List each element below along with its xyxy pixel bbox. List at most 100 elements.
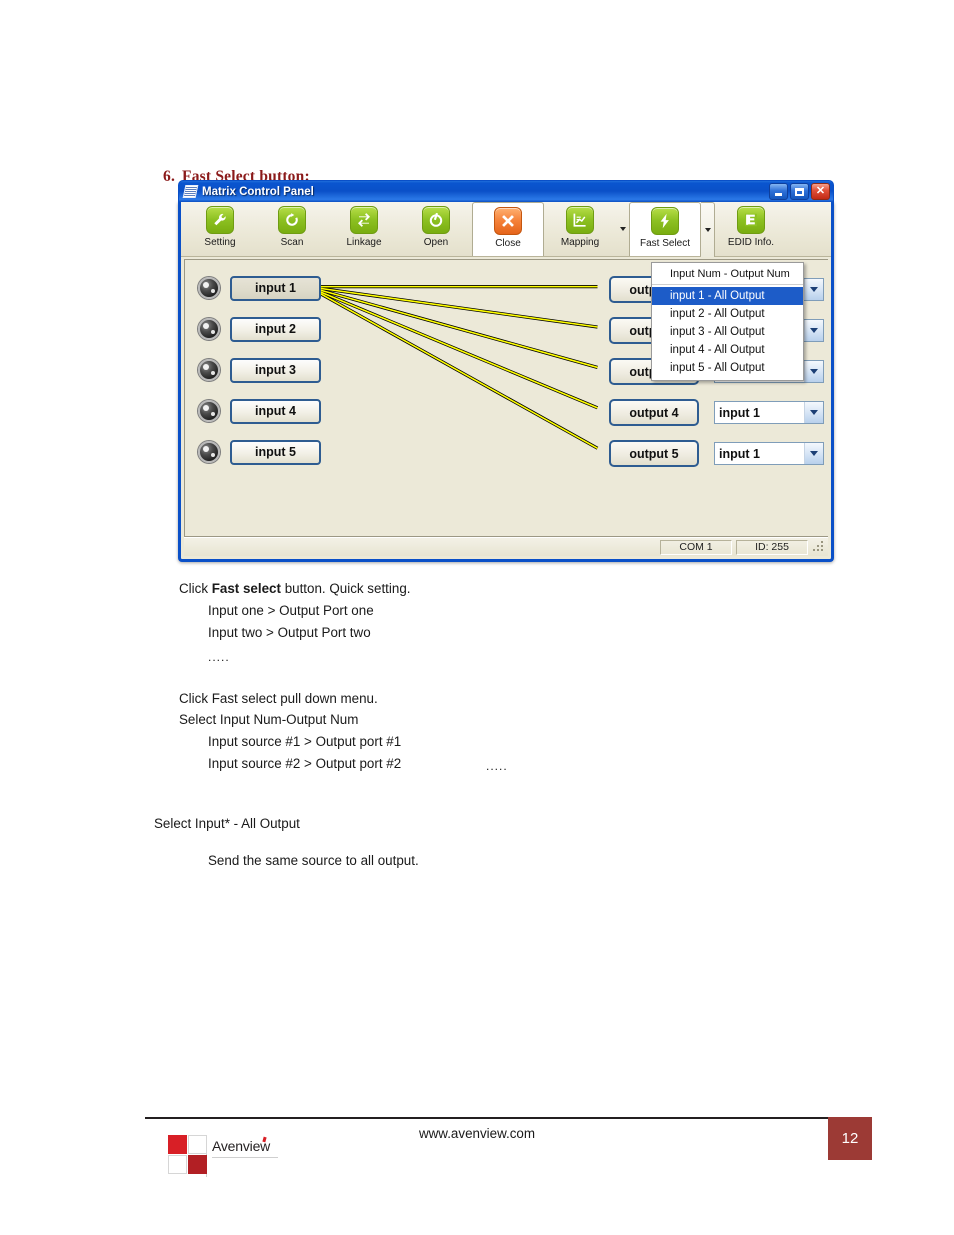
matrix-control-panel-window: Matrix Control Panel ✕ Setting Scan Link… [178, 180, 834, 562]
input-row: input 3 [198, 357, 321, 383]
instruction-line-6: Select Input Num-Output Num [179, 712, 359, 727]
footer-url: www.avenview.com [418, 1126, 536, 1141]
logo-square-bottom-right [188, 1155, 207, 1174]
toolbar-label-open: Open [423, 237, 449, 248]
chevron-down-icon[interactable] [804, 361, 823, 382]
wrench-icon [206, 206, 234, 234]
chevron-down-icon [704, 228, 711, 232]
link-arrows-icon [350, 206, 378, 234]
status-device-id: ID: 255 [736, 539, 808, 555]
instruction-line-5: Click Fast select pull down menu. [179, 691, 378, 706]
toolbar-label-scan: Scan [280, 237, 304, 248]
input-row: input 4 [198, 398, 321, 424]
dropdown-item-4[interactable]: input 4 - All Output [652, 341, 803, 359]
input-led-icon [198, 400, 220, 422]
input-row: input 5 [198, 439, 321, 465]
input-row: input 2 [198, 316, 321, 342]
close-window-button[interactable]: ✕ [811, 183, 830, 200]
toolbar-button-scan[interactable]: Scan [256, 202, 328, 255]
line1-c: button. Quick setting. [280, 581, 411, 596]
toolbar-button-open[interactable]: Open [400, 202, 472, 255]
mapping-dropdown-arrow[interactable] [616, 202, 629, 255]
toolbar-label-edid-info: EDID Info. [727, 237, 775, 248]
dropdown-item-2[interactable]: input 2 - All Output [652, 305, 803, 323]
dropdown-header: Input Num - Output Num [652, 265, 803, 285]
maximize-button[interactable] [790, 183, 809, 200]
toolbar-button-edid-info[interactable]: EDID Info. [715, 202, 787, 255]
toolbar-label-setting: Setting [204, 237, 236, 248]
logo-square-bottom-left [168, 1155, 187, 1174]
window-buttons: ✕ [769, 183, 830, 200]
toolbar-button-linkage[interactable]: Linkage [328, 202, 400, 255]
instruction-line-3: Input two > Output Port two [208, 625, 371, 640]
input-button-5[interactable]: input 5 [230, 439, 321, 465]
output-button-5[interactable]: output 5 [609, 440, 699, 467]
close-x-icon [494, 207, 522, 235]
input-led-icon [198, 277, 220, 299]
dropdown-item-5[interactable]: input 5 - All Output [652, 359, 803, 377]
toolbar-label-fast-select: Fast Select [639, 238, 691, 249]
input-led-icon [198, 318, 220, 340]
input-led-icon [198, 441, 220, 463]
status-bar: COM 1 ID: 255 [184, 537, 828, 556]
toolbar-button-mapping[interactable]: Mapping [544, 202, 616, 255]
output-row: output 4 input 1 [609, 399, 824, 426]
status-com-port: COM 1 [660, 539, 732, 555]
avenview-logo: Avenview [168, 1135, 278, 1177]
fast-select-dropdown-menu[interactable]: Input Num - Output Num input 1 - All Out… [651, 262, 804, 381]
input-button-2[interactable]: input 2 [230, 316, 321, 342]
app-icon [182, 185, 199, 198]
document-page: 6. Fast Select button: Matrix Control Pan… [0, 0, 954, 1235]
minimize-button[interactable] [769, 183, 788, 200]
window-titlebar: Matrix Control Panel ✕ [178, 180, 834, 202]
instruction-line-7: Input source #1 > Output port #1 [208, 734, 402, 749]
input-button-1[interactable]: input 1 [230, 275, 321, 301]
matrix-client-area: input 1 input 2 input 3 input 4 input 5 [184, 259, 828, 537]
line1-bold: Fast select [211, 581, 281, 596]
instruction-line-8-ellipsis: ..... [486, 759, 508, 773]
chevron-down-icon[interactable] [804, 279, 823, 300]
logo-underline [212, 1157, 278, 1158]
chevron-down-icon[interactable] [804, 320, 823, 341]
output-source-select-5[interactable]: input 1 [714, 442, 824, 465]
chevron-down-icon [619, 226, 626, 231]
output-row: output 5 input 1 [609, 440, 824, 467]
logo-wordmark: Avenview [212, 1138, 271, 1154]
toolbar-label-close: Close [495, 238, 521, 249]
input-button-4[interactable]: input 4 [230, 398, 321, 424]
resize-grip-icon[interactable] [812, 540, 826, 554]
power-icon [422, 206, 450, 234]
output-source-value-4: input 1 [719, 405, 760, 420]
toolbar-button-fast-select[interactable]: Fast Select [629, 202, 701, 256]
instruction-line-2: Input one > Output Port one [208, 603, 374, 618]
toolbar-button-close[interactable]: Close [472, 202, 544, 256]
instruction-line-9: Select Input* - All Output [154, 816, 300, 831]
chevron-down-icon[interactable] [804, 402, 823, 423]
logo-square-top-right [188, 1135, 207, 1154]
dropdown-item-3[interactable]: input 3 - All Output [652, 323, 803, 341]
output-button-4[interactable]: output 4 [609, 399, 699, 426]
dropdown-item-1[interactable]: input 1 - All Output [652, 287, 803, 305]
toolbar-label-mapping: Mapping [560, 237, 600, 248]
logo-square-top-left [168, 1135, 187, 1154]
toolbar-button-setting[interactable]: Setting [184, 202, 256, 255]
input-button-3[interactable]: input 3 [230, 357, 321, 383]
input-led-icon [198, 359, 220, 381]
inputs-column: input 1 input 2 input 3 input 4 input 5 [198, 275, 321, 481]
output-source-select-4[interactable]: input 1 [714, 401, 824, 424]
instruction-line-8: Input source #2 > Output port #2 [208, 756, 402, 771]
chart-mapping-icon [566, 206, 594, 234]
window-title: Matrix Control Panel [202, 185, 314, 198]
lightning-bolt-icon [651, 207, 679, 235]
instruction-line-4-ellipsis: ..... [208, 650, 230, 664]
input-row: input 1 [198, 275, 321, 301]
toolbar-label-linkage: Linkage [346, 237, 382, 248]
page-number-badge: 12 [828, 1117, 872, 1160]
footer-divider [145, 1117, 829, 1119]
chevron-down-icon[interactable] [804, 443, 823, 464]
refresh-circle-icon [278, 206, 306, 234]
line1-a: Click [179, 581, 212, 596]
fast-select-dropdown-arrow[interactable] [701, 202, 715, 257]
instruction-line-10: Send the same source to all output. [208, 853, 419, 868]
output-source-value-5: input 1 [719, 446, 760, 461]
